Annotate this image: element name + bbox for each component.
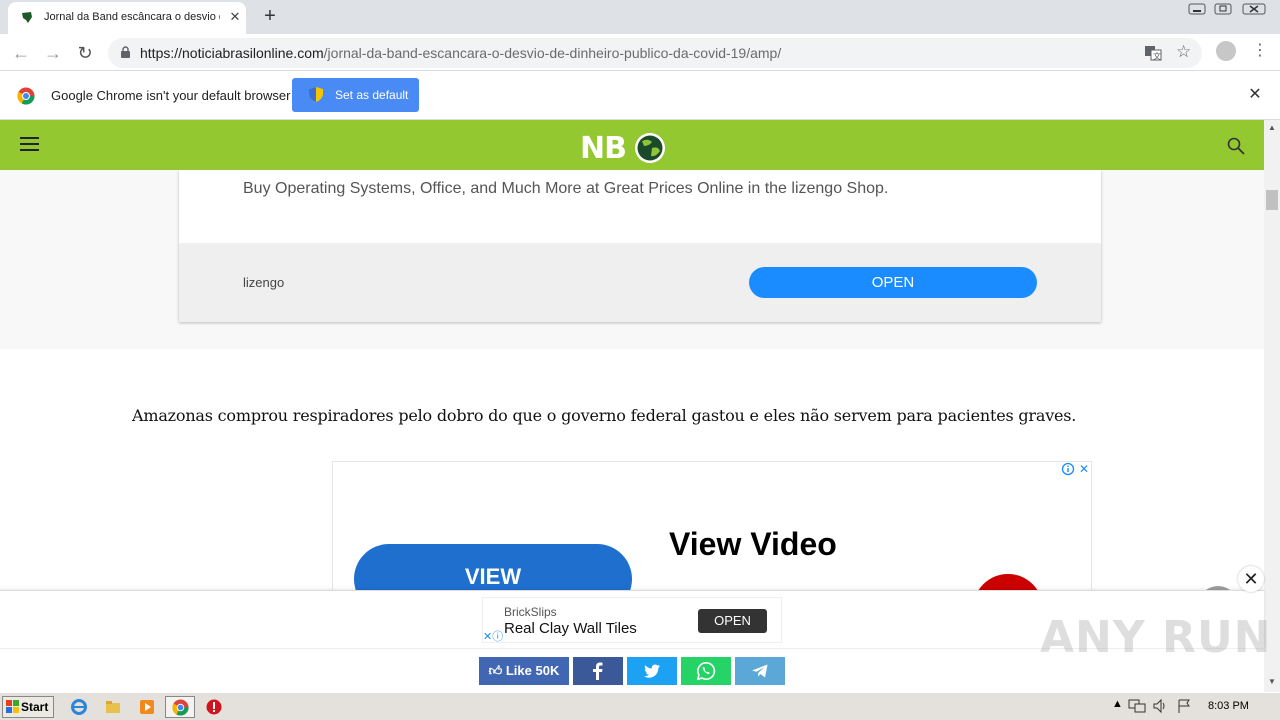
page-scrollbar[interactable]: ▲ ▼ [1264,120,1280,692]
scroll-down-arrow-icon[interactable]: ▼ [1268,678,1276,686]
sticky-ad-open-button[interactable]: OPEN [698,609,767,633]
browser-tab[interactable]: Jornal da Band escâncara o desvio d ✕ [8,2,246,34]
ad-close-icon[interactable]: ✕ [1077,462,1091,476]
telegram-icon [752,664,768,678]
ad-footer: lizengo OPEN [179,243,1101,322]
ad-brand: lizengo [243,275,285,290]
forward-arrow-icon[interactable]: → [42,42,64,64]
file-explorer-icon[interactable] [104,698,122,716]
url-text: https://noticiabrasilonline.com/jornal-d… [140,45,781,61]
lock-icon [121,46,130,58]
globe-logo-icon [635,133,665,163]
twitter-icon [644,664,660,678]
start-label: Start [21,700,49,714]
start-button[interactable]: Start [2,696,54,718]
url-path: /jornal-da-band-escancara-o-desvio-de-di… [323,45,782,61]
browser-toolbar: ← → ↻ https://noticiabrasilonline.com/jo… [0,34,1280,71]
media-player-icon[interactable] [138,698,156,716]
browser-tab-strip: Jornal da Band escâncara o desvio d ✕ + [0,0,1280,34]
windows-flag-icon [6,700,19,713]
facebook-icon [593,662,603,680]
new-tab-button[interactable]: + [258,5,282,29]
share-whatsapp-button[interactable] [681,657,731,685]
taskbar-chrome-button[interactable] [165,696,195,718]
window-close-icon[interactable] [1236,0,1272,18]
whatsapp-icon [696,661,716,681]
sticky-ad-advertiser: BrickSlips [504,605,557,619]
view-video-heading: View Video [669,526,837,562]
set-as-default-button[interactable]: Set as default [292,78,419,112]
network-icon[interactable] [1128,698,1146,714]
tab-close-icon[interactable]: ✕ [226,8,244,26]
svg-text:文: 文 [1153,51,1161,61]
view-button[interactable]: VIEW [354,544,632,590]
anyrun-watermark: ANY RUN [1040,612,1272,663]
hamburger-menu-icon[interactable] [20,136,39,152]
address-bar[interactable]: https://noticiabrasilonline.com/jornal-d… [108,38,1202,68]
tray-expand-icon[interactable]: ▲ [1112,698,1123,710]
facebook-like-button[interactable]: 👍︎ Like 50K [479,657,569,685]
logo-text: NB [580,131,627,166]
url-host: https://noticiabrasilonline.com [140,45,324,61]
ad-open-button[interactable]: OPEN [749,267,1037,298]
like-count-label: Like 50K [505,663,560,678]
taskbar-clock[interactable]: 8:03 PM [1208,700,1249,712]
site-logo[interactable]: NB [580,129,670,166]
share-telegram-button[interactable] [735,657,785,685]
sticky-ad-title: Real Clay Wall Tiles [504,620,637,637]
default-browser-infobar: Google Chrome isn't your default browser… [0,71,1280,120]
system-tray: ▲ 8:03 PM [1108,696,1278,718]
profile-avatar-icon[interactable] [1216,41,1236,61]
internet-explorer-icon[interactable] [70,698,88,716]
browser-menu-icon[interactable]: ⋮ [1252,42,1268,60]
article-paragraph: Amazonas comprou respiradores pelo dobro… [132,406,1077,425]
action-center-flag-icon[interactable] [1176,698,1192,714]
tab-title: Jornal da Band escâncara o desvio d [44,11,220,23]
scroll-thumb[interactable] [1266,190,1278,210]
set-as-default-label: Set as default [335,88,409,102]
video-ad[interactable]: ✕ VIEW View Video [332,461,1092,590]
window-restore-icon[interactable] [1208,0,1238,18]
native-ad-card[interactable]: Buy Operating Systems, Office, and Much … [179,170,1101,322]
translate-icon[interactable]: 文 [1144,44,1162,62]
windows-taskbar: Start ▲ 8:03 PM [0,692,1280,720]
sticky-adchoices-icon[interactable]: ✕ⓘ [483,630,513,644]
sticky-ad-close-icon[interactable]: ✕ [1238,566,1264,592]
stop-sign-icon[interactable] [205,698,223,716]
adchoices-icon[interactable] [1061,462,1075,476]
volume-icon[interactable] [1152,698,1168,714]
reload-icon[interactable]: ↻ [74,42,96,64]
share-facebook-button[interactable] [573,657,623,685]
ad-description: Buy Operating Systems, Office, and Much … [243,180,889,197]
search-icon[interactable] [1227,137,1245,155]
back-arrow-icon[interactable]: ← [10,42,32,64]
bookmark-star-icon[interactable]: ☆ [1176,42,1191,62]
sticky-ad-banner[interactable]: BrickSlips Real Clay Wall Tiles OPEN ✕ⓘ [482,597,782,643]
infobar-close-icon[interactable]: ✕ [1246,86,1264,104]
red-circle-graphic [973,574,1043,590]
site-header: NB [0,120,1264,170]
page-content: Buy Operating Systems, Office, and Much … [0,170,1264,590]
site-favicon-icon [22,12,32,23]
infobar-message: Google Chrome isn't your default browser [51,88,291,103]
share-twitter-button[interactable] [627,657,677,685]
taskbar-chrome-icon [172,699,189,716]
chrome-logo-icon [17,87,35,105]
uac-shield-icon [309,87,323,102]
scroll-up-arrow-icon[interactable]: ▲ [1268,124,1276,132]
thumbs-up-icon: 👍︎ [488,663,503,678]
